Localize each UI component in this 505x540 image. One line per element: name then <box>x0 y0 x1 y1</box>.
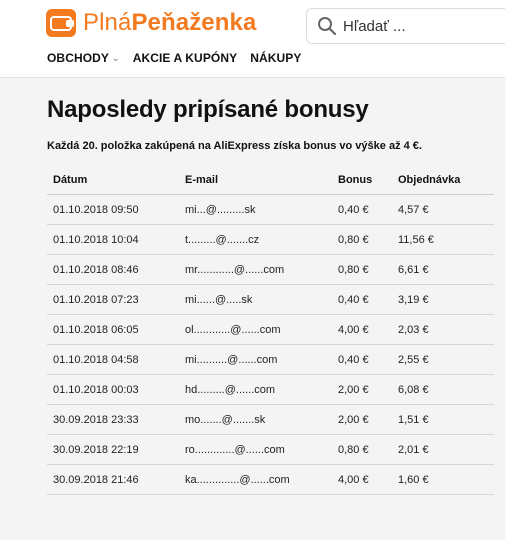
cell-date: 30.09.2018 22:19 <box>47 434 185 465</box>
cell-order: 1,60 € <box>398 464 494 495</box>
logo[interactable]: PlnáPeňaženka <box>46 8 256 38</box>
table-row: 01.10.2018 08:46 mr............@......com… <box>47 254 494 285</box>
cell-bonus: 4,00 € <box>338 464 398 495</box>
cell-bonus: 2,00 € <box>338 374 398 405</box>
cell-bonus: 0,40 € <box>338 284 398 315</box>
cell-order: 11,56 € <box>398 224 494 255</box>
cell-bonus: 0,40 € <box>338 194 398 225</box>
logo-text: PlnáPeňaženka <box>83 9 257 36</box>
cell-date: 01.10.2018 08:46 <box>47 254 185 285</box>
page-title: Naposledy pripísané bonusy <box>47 96 369 123</box>
bonus-table: Dátum E-mail Bonus Objednávka 01.10.2018… <box>47 166 494 495</box>
chevron-down-icon: ⌄ <box>112 52 120 63</box>
nav-item-obchody[interactable]: OBCHODY ⌄ <box>47 51 120 65</box>
main-nav: OBCHODY ⌄ AKCIE A KUPÓNY NÁKUPY <box>47 51 315 65</box>
column-header-order: Objednávka <box>398 166 494 195</box>
cell-bonus: 2,00 € <box>338 404 398 435</box>
bonus-note: Každá 20. položka zakúpená na AliExpress… <box>47 140 422 152</box>
cell-order: 6,08 € <box>398 374 494 405</box>
wallet-icon <box>46 9 76 37</box>
cell-order: 1,51 € <box>398 404 494 435</box>
cell-bonus: 0,80 € <box>338 224 398 255</box>
cell-bonus: 0,80 € <box>338 434 398 465</box>
cell-date: 01.10.2018 04:58 <box>47 344 185 375</box>
search-icon <box>318 17 337 36</box>
cell-email: mi......@.....sk <box>185 284 338 315</box>
column-header-bonus: Bonus <box>338 166 398 195</box>
cell-order: 4,57 € <box>398 194 494 225</box>
table-row: 30.09.2018 22:19 ro.............@......co… <box>47 434 494 465</box>
cell-email: mi...@.........sk <box>185 194 338 225</box>
nav-item-nakupy[interactable]: NÁKUPY <box>250 51 301 65</box>
cell-email: hd.........@......com <box>185 374 338 405</box>
table-row: 01.10.2018 04:58 mi..........@......com 0,… <box>47 344 494 375</box>
table-row: 30.09.2018 21:46 ka..............@......c… <box>47 464 494 495</box>
table-row: 01.10.2018 09:50 mi...@.........sk 0,40 €4… <box>47 194 494 225</box>
cell-email: mr............@......com <box>185 254 338 285</box>
cell-order: 2,03 € <box>398 314 494 345</box>
cell-email: mi..........@......com <box>185 344 338 375</box>
cell-order: 6,61 € <box>398 254 494 285</box>
cell-email: t.........@.......cz <box>185 224 338 255</box>
cell-date: 30.09.2018 21:46 <box>47 464 185 495</box>
cell-email: ol............@......com <box>185 314 338 345</box>
table-row: 01.10.2018 07:23 mi......@.....sk 0,40 €3,… <box>47 284 494 315</box>
table-row: 01.10.2018 06:05 ol............@......com… <box>47 314 494 345</box>
cell-date: 01.10.2018 07:23 <box>47 284 185 315</box>
cell-date: 01.10.2018 10:04 <box>47 224 185 255</box>
search-input[interactable] <box>343 17 493 35</box>
search-box[interactable] <box>306 8 505 44</box>
cell-email: ro.............@......com <box>185 434 338 465</box>
column-header-email: E-mail <box>185 166 338 195</box>
table-header-row: Dátum E-mail Bonus Objednávka <box>47 166 494 195</box>
table-row: 30.09.2018 23:33 mo.......@.......sk 2,00 … <box>47 404 494 435</box>
cell-email: mo.......@.......sk <box>185 404 338 435</box>
cell-email: ka..............@......com <box>185 464 338 495</box>
cell-date: 30.09.2018 23:33 <box>47 404 185 435</box>
table-row: 01.10.2018 10:04 t.........@.......cz 0,80… <box>47 224 494 255</box>
column-header-date: Dátum <box>47 166 185 195</box>
site-header: PlnáPeňaženka OBCHODY⌄ AKCIE A KUPÓNY NÁ… <box>0 0 505 78</box>
table-row: 01.10.2018 00:03 hd.........@......com 2,0… <box>47 374 494 405</box>
cell-date: 01.10.2018 06:05 <box>47 314 185 345</box>
cell-date: 01.10.2018 00:03 <box>47 374 185 405</box>
cell-bonus: 4,00 € <box>338 314 398 345</box>
nav-item-akcie[interactable]: AKCIE A KUPÓNY <box>133 51 238 65</box>
cell-order: 3,19 € <box>398 284 494 315</box>
cell-date: 01.10.2018 09:50 <box>47 194 185 225</box>
cell-bonus: 0,80 € <box>338 254 398 285</box>
cell-bonus: 0,40 € <box>338 344 398 375</box>
cell-order: 2,01 € <box>398 434 494 465</box>
cell-order: 2,55 € <box>398 344 494 375</box>
